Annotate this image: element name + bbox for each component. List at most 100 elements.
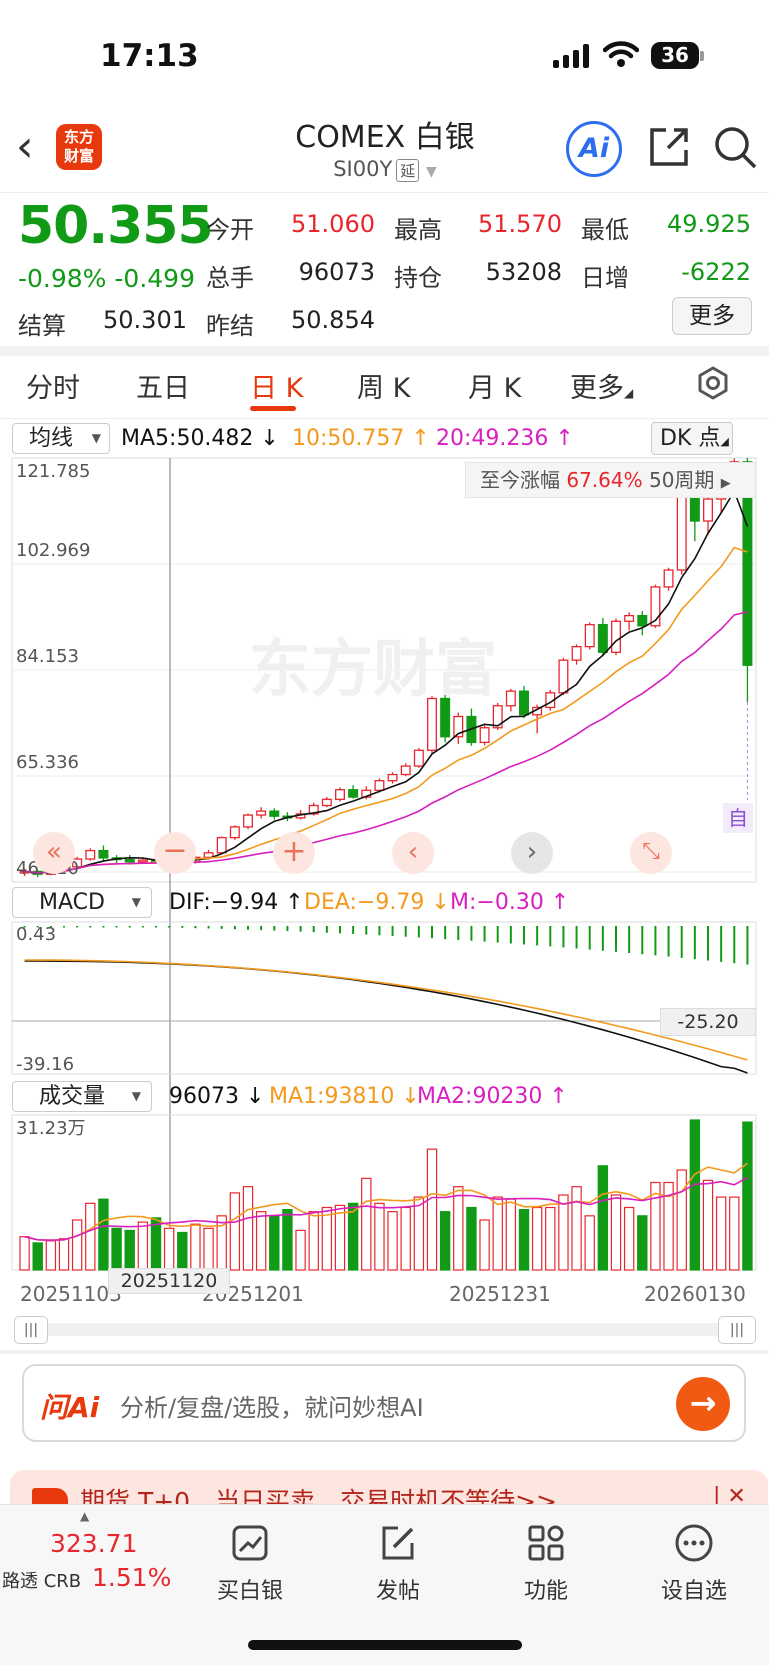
volume-bar <box>426 1148 438 1271</box>
volume-bar <box>597 1165 609 1271</box>
tab-five-day[interactable]: 五日 <box>136 366 190 405</box>
range-arrow-icon: ▶ <box>720 476 731 491</box>
fullscreen-button[interactable]: ⤡ <box>630 832 672 874</box>
candle-up <box>229 826 240 839</box>
index-change: 1.51% <box>92 1563 172 1592</box>
promo-close-icon[interactable]: | ✕ <box>713 1484 746 1504</box>
cellular-signal-icon <box>553 44 591 68</box>
volume-bar <box>308 1211 319 1271</box>
tab-intraday[interactable]: 分时 <box>26 366 80 405</box>
volume-bar <box>177 1231 188 1271</box>
settings-gear-icon[interactable] <box>696 366 730 400</box>
tab-more[interactable]: 更多◢ <box>570 366 633 405</box>
tab-more-label: 更多 <box>570 373 624 404</box>
range-slider-left-handle[interactable]: ||| <box>14 1316 48 1344</box>
contract-selector[interactable]: SI00Y 延 ▼ <box>290 157 480 182</box>
dropdown-caret-icon: ▼ <box>426 164 437 180</box>
tab-daily-k[interactable]: 日 K <box>250 366 303 405</box>
dif-legend: DIF:−9.94 ↑ <box>169 890 304 915</box>
candle-up <box>624 615 635 622</box>
zoom-in-button[interactable]: + <box>273 832 315 874</box>
volume-bar <box>361 1177 372 1271</box>
price-change: -0.98% -0.499 <box>18 264 195 293</box>
candle-down <box>98 849 109 859</box>
volume-bar <box>584 1215 595 1271</box>
volume-bar <box>45 1240 57 1271</box>
volume-bar <box>203 1227 214 1271</box>
tab-weekly-k[interactable]: 周 K <box>357 366 410 405</box>
candle-up <box>676 488 687 571</box>
nav-functions-label: 功能 <box>523 1579 568 1604</box>
ai-ask-bar[interactable]: 问Ai 分析/复盘/选股，就问妙想AI → <box>22 1364 746 1442</box>
candle-up <box>479 727 490 744</box>
macd-indicator-select[interactable]: MACD ▼ <box>12 887 152 918</box>
self-select-marker[interactable]: 自 <box>723 803 753 833</box>
vol-value: 96073 <box>169 1084 239 1109</box>
low-label: 最低 <box>581 216 629 244</box>
dif-value: DIF:−9.94 <box>169 890 279 915</box>
ai-assistant-button[interactable]: Ai <box>566 121 622 177</box>
quote-top-divider <box>0 192 769 193</box>
compose-icon <box>382 1526 414 1560</box>
share-icon[interactable] <box>646 124 692 170</box>
range-change-box[interactable]: 至今涨幅 67.64% 50周期 ▶ <box>465 462 756 498</box>
volume-bar <box>387 1211 398 1271</box>
prev-button[interactable]: ‹ <box>392 832 434 874</box>
logo-line2: 财富 <box>63 147 94 165</box>
volume-bar <box>295 1229 306 1271</box>
contract-code: SI00Y <box>333 157 393 181</box>
nav-buy-silver[interactable]: 买白银 <box>190 1515 310 1605</box>
candle-down <box>348 789 359 798</box>
last-price: 50.355 <box>18 196 214 256</box>
volume-bar <box>374 1202 385 1271</box>
tab-monthly-k[interactable]: 月 K <box>468 366 521 405</box>
more-quote-button[interactable]: 更多 <box>672 297 752 335</box>
nav-post[interactable]: 发帖 <box>338 1515 458 1605</box>
zoom-out-button[interactable]: − <box>154 832 196 874</box>
volume-bar <box>124 1229 135 1271</box>
macd-indicator-value: MACD <box>39 890 105 915</box>
range-label: 至今涨幅 <box>480 468 560 492</box>
volume-bar <box>334 1204 346 1271</box>
volume-value: 96073 <box>298 258 375 286</box>
next-button[interactable]: › <box>511 832 553 874</box>
nav-add-watchlist[interactable]: 设自选 <box>634 1515 754 1605</box>
y-tick-label: 121.785 <box>16 461 90 482</box>
settle-label: 结算 <box>18 312 66 340</box>
page-title: COMEX 白银 <box>295 120 475 155</box>
vol-ma1-value: MA1:93810 <box>269 1084 395 1109</box>
volume-bar <box>545 1206 556 1271</box>
candle-up <box>137 859 148 863</box>
index-up-arrow-icon: ▲ <box>80 1509 90 1523</box>
volume-bar <box>111 1227 122 1271</box>
volume-bar <box>269 1215 280 1271</box>
index-ticker[interactable]: ▲ 323.71 路透 CRB 1.51% <box>0 1505 180 1625</box>
volume-bar <box>150 1217 162 1271</box>
volume-indicator-select[interactable]: 成交量 ▼ <box>12 1081 152 1112</box>
rewind-button[interactable]: « <box>33 832 75 874</box>
status-time: 17:13 <box>100 38 199 74</box>
volume-bar <box>689 1119 701 1271</box>
back-chevron-icon[interactable]: ‹ <box>16 122 56 172</box>
nav-functions[interactable]: 功能 <box>486 1515 606 1605</box>
candle-up <box>584 624 595 648</box>
candle-up <box>558 659 569 694</box>
range-slider-right-handle[interactable]: ||| <box>718 1316 756 1344</box>
change-percent: -0.98% <box>18 264 107 293</box>
candle-up <box>243 814 253 828</box>
ai-ask-go-button[interactable]: → <box>676 1377 730 1431</box>
candle-up <box>703 498 713 522</box>
volume-bar <box>702 1179 714 1271</box>
search-icon[interactable] <box>712 124 758 170</box>
volume-bar <box>729 1196 740 1271</box>
volume-max-label: 31.23万 <box>16 1118 86 1139</box>
y-tick-label: 84.153 <box>16 646 79 667</box>
change-amount: -0.499 <box>114 264 195 293</box>
high-label: 最高 <box>394 216 442 244</box>
volume-bar <box>558 1194 569 1271</box>
candle-down <box>597 624 608 653</box>
prev-settle-label: 昨结 <box>206 312 254 340</box>
promo-banner[interactable]: 期货 T+0，当日买卖，交易时机不等待>> | ✕ <box>10 1470 768 1504</box>
range-slider-track[interactable] <box>14 1323 756 1336</box>
select-caret-icon: ▼ <box>131 1089 141 1103</box>
